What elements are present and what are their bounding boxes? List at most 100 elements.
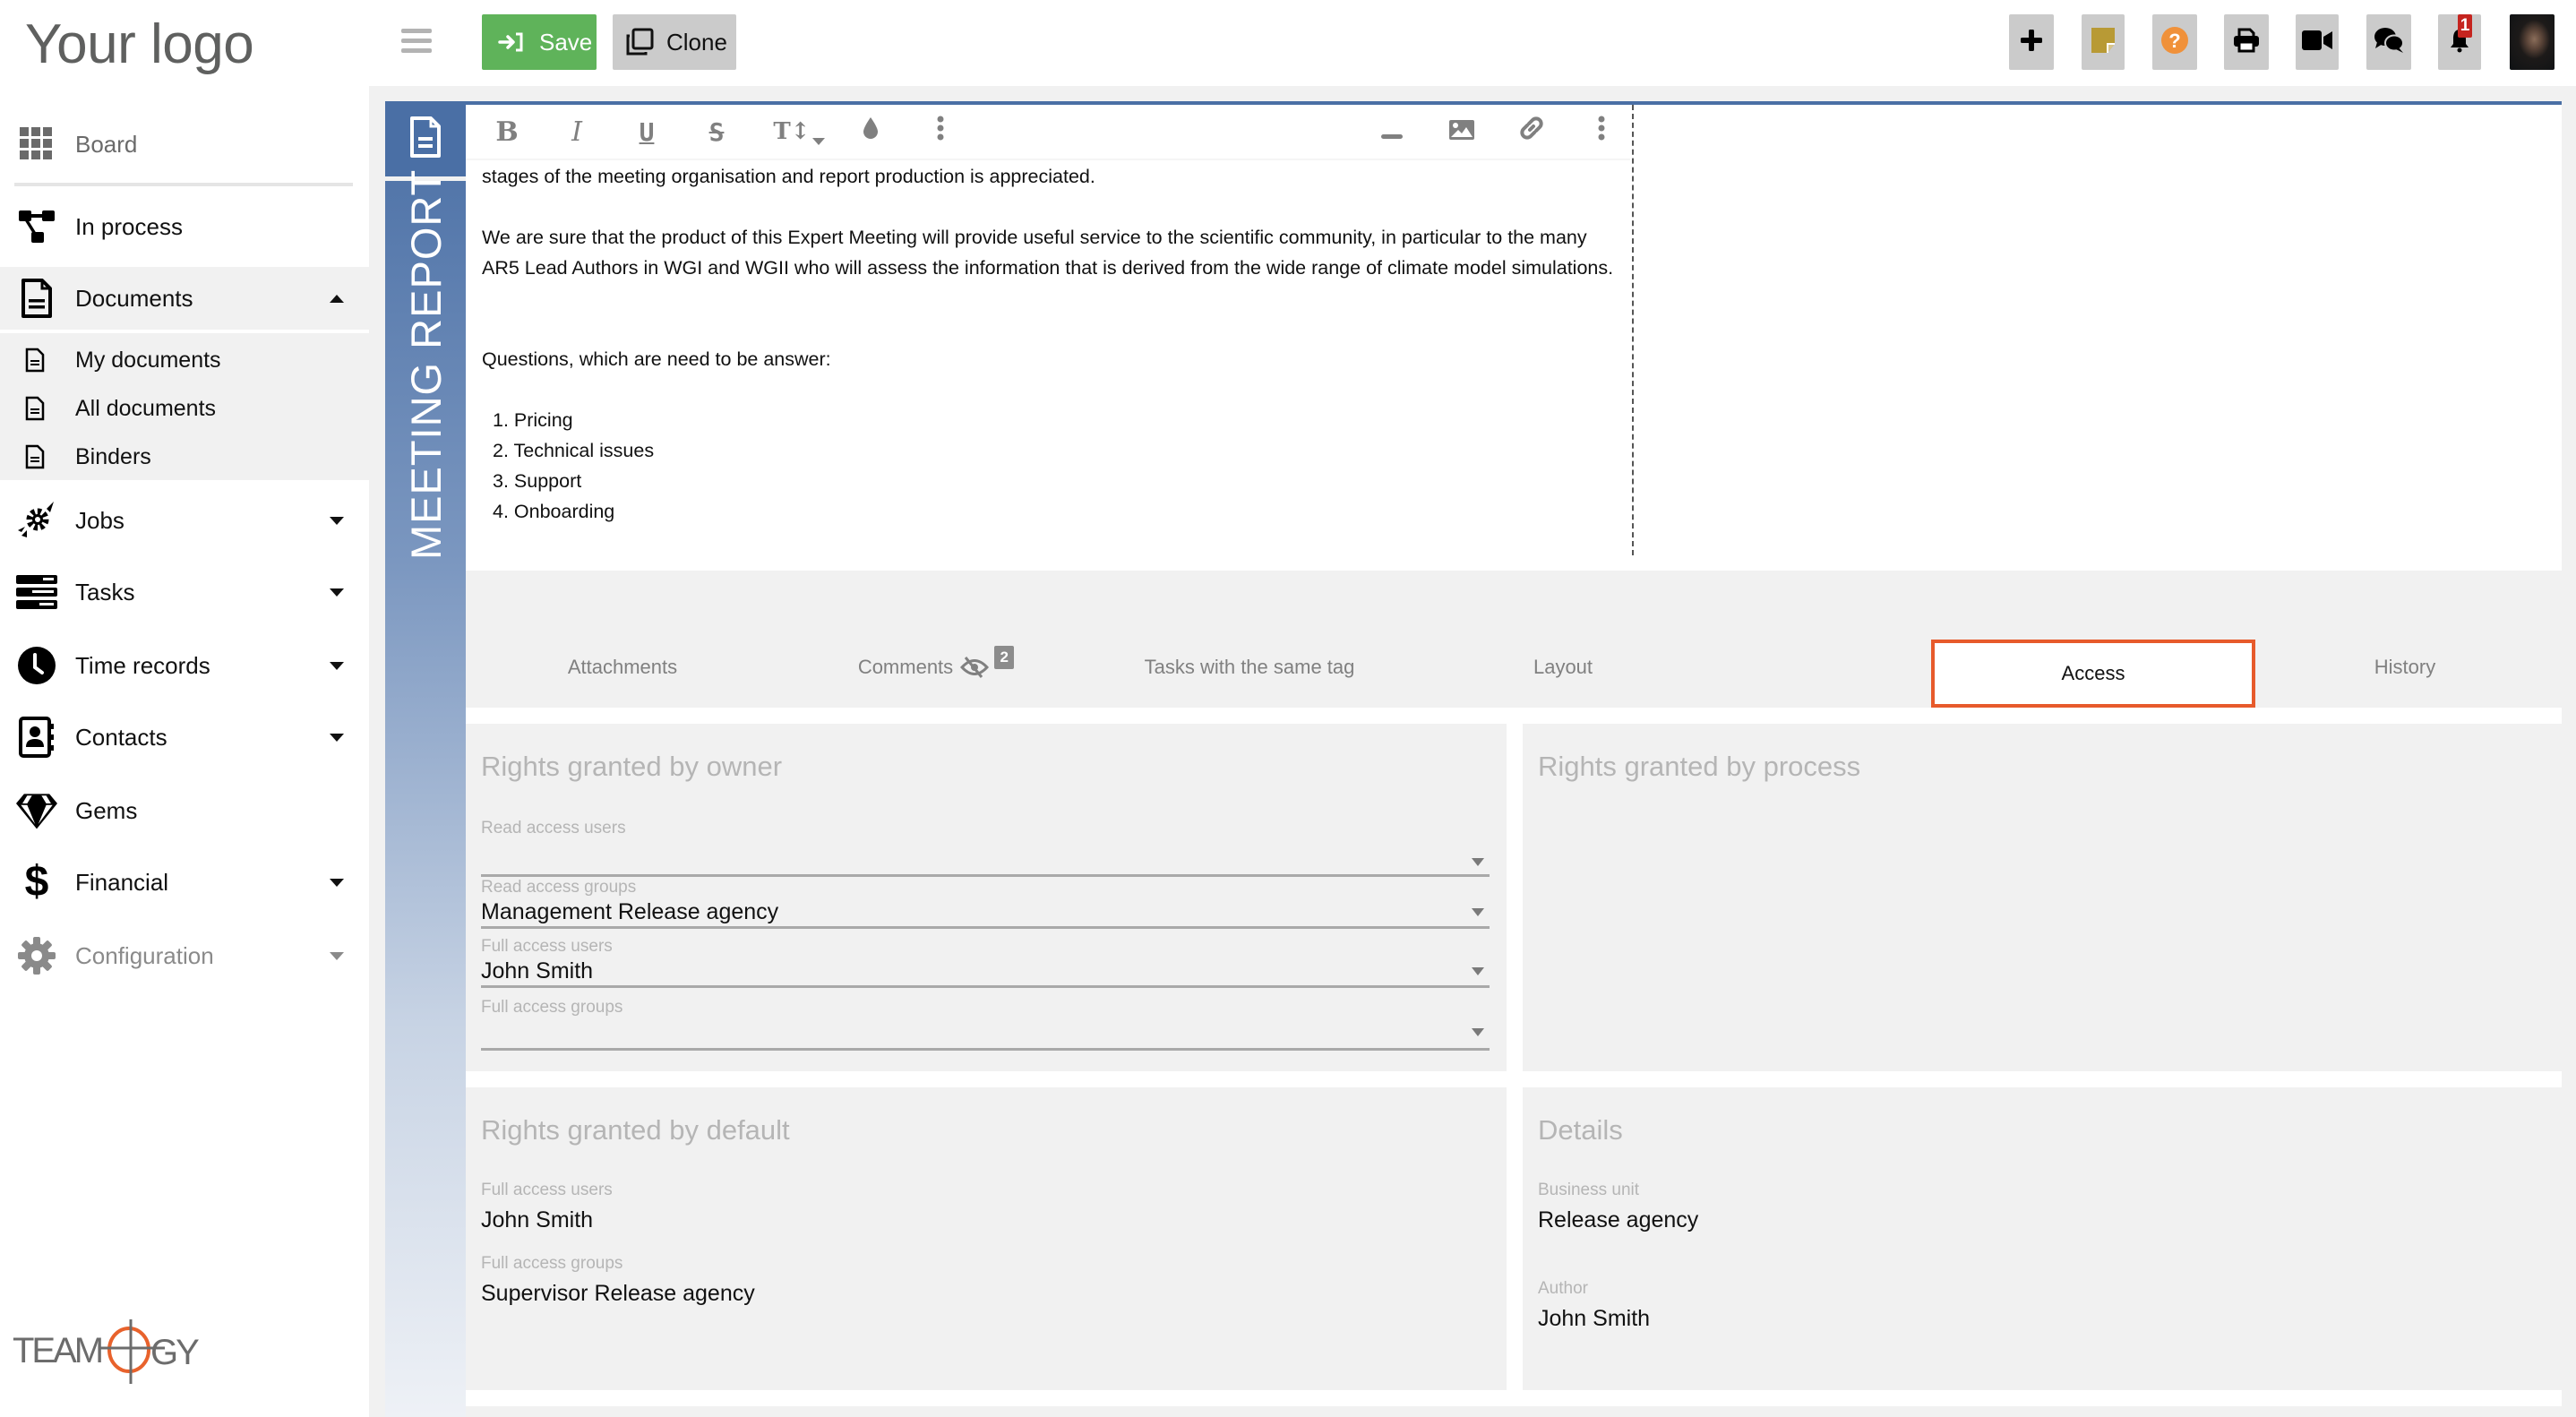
list-item: 3. Support (493, 470, 582, 492)
italic-button[interactable]: I (557, 114, 597, 150)
question-list: 1. Pricing 2. Technical issues 3. Suppor… (482, 405, 1619, 527)
card-title: Rights granted by process (1538, 751, 1861, 782)
svg-text:?: ? (2168, 30, 2180, 52)
sidebar-item-financial[interactable]: $ Financial (0, 860, 369, 905)
tab-comments[interactable]: Comments 2 (779, 627, 1093, 708)
bold-button[interactable]: B (487, 114, 527, 150)
tab-access[interactable]: Access (1931, 640, 2255, 708)
notification-badge: 1 (2458, 14, 2472, 38)
sidebar-item-jobs[interactable]: Jobs (0, 498, 369, 543)
tab-history[interactable]: History (2248, 627, 2562, 708)
gear-icon (16, 935, 57, 976)
rights-by-owner-card: Rights granted by owner Read access user… (466, 724, 1507, 1071)
insert-image-button[interactable] (1442, 114, 1481, 150)
text-color-button[interactable] (851, 114, 890, 150)
droplet-icon (863, 116, 879, 147)
sidebar-item-configuration[interactable]: Configuration (0, 933, 369, 978)
sidebar-item-label: Contacts (75, 723, 167, 751)
file-icon (25, 396, 50, 423)
divider (466, 1071, 2562, 1087)
image-icon (1449, 116, 1474, 147)
tab-tasks-same-tag[interactable]: Tasks with the same tag (1093, 627, 1406, 708)
document-tabs: Attachments Comments 2 Tasks with the sa… (466, 627, 2562, 708)
field-value (481, 1019, 1490, 1048)
sidebar-item-board[interactable]: Board (0, 122, 369, 167)
field-value: Management Release agency (481, 899, 779, 924)
document-icon (409, 116, 442, 163)
sidebar-item-label: Financial (75, 868, 169, 896)
editor-content[interactable]: stages of the meeting organisation and r… (482, 161, 1619, 527)
sidebar-item-time-records[interactable]: Time records (0, 643, 369, 688)
sticky-notes-button[interactable] (2082, 14, 2125, 70)
file-icon (25, 348, 50, 374)
card-title: Details (1538, 1114, 1623, 1146)
app-logo[interactable]: Your logo (25, 13, 254, 76)
tab-layout[interactable]: Layout (1406, 627, 1720, 708)
read-access-users-select[interactable]: Read access users (481, 819, 1490, 877)
document-type-header (385, 101, 466, 176)
link-icon (1519, 116, 1544, 148)
paragraph: We are sure that the product of this Exp… (482, 227, 1614, 279)
minus-icon (1381, 116, 1403, 147)
video-call-button[interactable] (2296, 14, 2339, 70)
save-button[interactable]: Save (482, 14, 597, 70)
sidebar-item-documents[interactable]: Documents (0, 274, 369, 322)
sidebar: Your logo Board In process Documents My … (0, 0, 369, 1417)
sidebar-subitem-binders[interactable]: Binders (0, 435, 369, 480)
print-button[interactable] (2224, 14, 2269, 70)
user-avatar[interactable] (2510, 14, 2555, 70)
tab-attachments[interactable]: Attachments (466, 627, 779, 708)
chat-button[interactable] (2366, 14, 2411, 70)
gem-icon (16, 790, 57, 831)
sidebar-item-gems[interactable]: Gems (0, 788, 369, 833)
sidebar-item-in-process[interactable]: In process (0, 204, 369, 249)
horizontal-rule-button[interactable] (1372, 114, 1412, 150)
editor-toolbar: B I U S T↕ (466, 105, 1630, 159)
file-icon (25, 444, 50, 471)
contacts-icon (16, 717, 57, 758)
document-type-label: MEETING REPORT (402, 168, 450, 560)
chevron-down-icon (330, 661, 344, 670)
sticky-note-icon (2091, 27, 2115, 57)
sidebar-item-tasks[interactable]: Tasks (0, 570, 369, 614)
paragraph: stages of the meeting organisation and r… (482, 166, 1095, 187)
more-options-button[interactable] (1582, 114, 1621, 150)
sidebar-subitem-all-documents[interactable]: All documents (0, 387, 369, 432)
process-icon (16, 206, 57, 247)
field-value: John Smith (481, 958, 594, 983)
sidebar-item-label: Gems (75, 796, 138, 824)
sidebar-item-label: Tasks (75, 578, 135, 605)
svg-text:GY: GY (150, 1333, 199, 1372)
underline-button[interactable]: U (627, 114, 666, 150)
more-options-button[interactable] (921, 114, 960, 150)
divider (466, 159, 1630, 160)
sign-in-icon (498, 31, 525, 53)
divider (1507, 724, 1523, 1392)
full-access-users-select[interactable]: Full access users John Smith (481, 937, 1490, 988)
sidebar-item-label: Configuration (75, 941, 214, 969)
plus-icon (2020, 28, 2043, 56)
full-access-groups-select[interactable]: Full access groups (481, 998, 1490, 1051)
help-button[interactable]: ? (2152, 14, 2197, 70)
eye-slash-icon (960, 656, 990, 679)
tasks-icon (16, 571, 57, 613)
chevron-up-icon (330, 294, 344, 303)
page-break-line (1632, 105, 1634, 555)
chevron-down-icon (330, 588, 344, 597)
dropdown-arrow-icon (1472, 967, 1484, 975)
chevron-down-icon (330, 733, 344, 742)
insert-link-button[interactable] (1512, 114, 1551, 150)
clone-button[interactable]: Clone (613, 14, 736, 70)
strikethrough-button[interactable]: S (697, 114, 736, 150)
full-access-users-readonly: Full access users John Smith (481, 1181, 613, 1232)
sidebar-item-label: Documents (75, 284, 193, 312)
sidebar-item-contacts[interactable]: Contacts (0, 715, 369, 760)
sidebar-divider (14, 183, 353, 186)
sidebar-subitem-label: All documents (75, 396, 217, 421)
sidebar-subitem-my-documents[interactable]: My documents (0, 339, 369, 383)
menu-toggle-icon[interactable] (401, 29, 432, 54)
add-button[interactable] (2009, 14, 2054, 70)
font-size-button[interactable]: T↕ (770, 114, 828, 150)
read-access-groups-select[interactable]: Read access groups Management Release ag… (481, 878, 1490, 929)
card-title: Rights granted by owner (481, 751, 783, 782)
